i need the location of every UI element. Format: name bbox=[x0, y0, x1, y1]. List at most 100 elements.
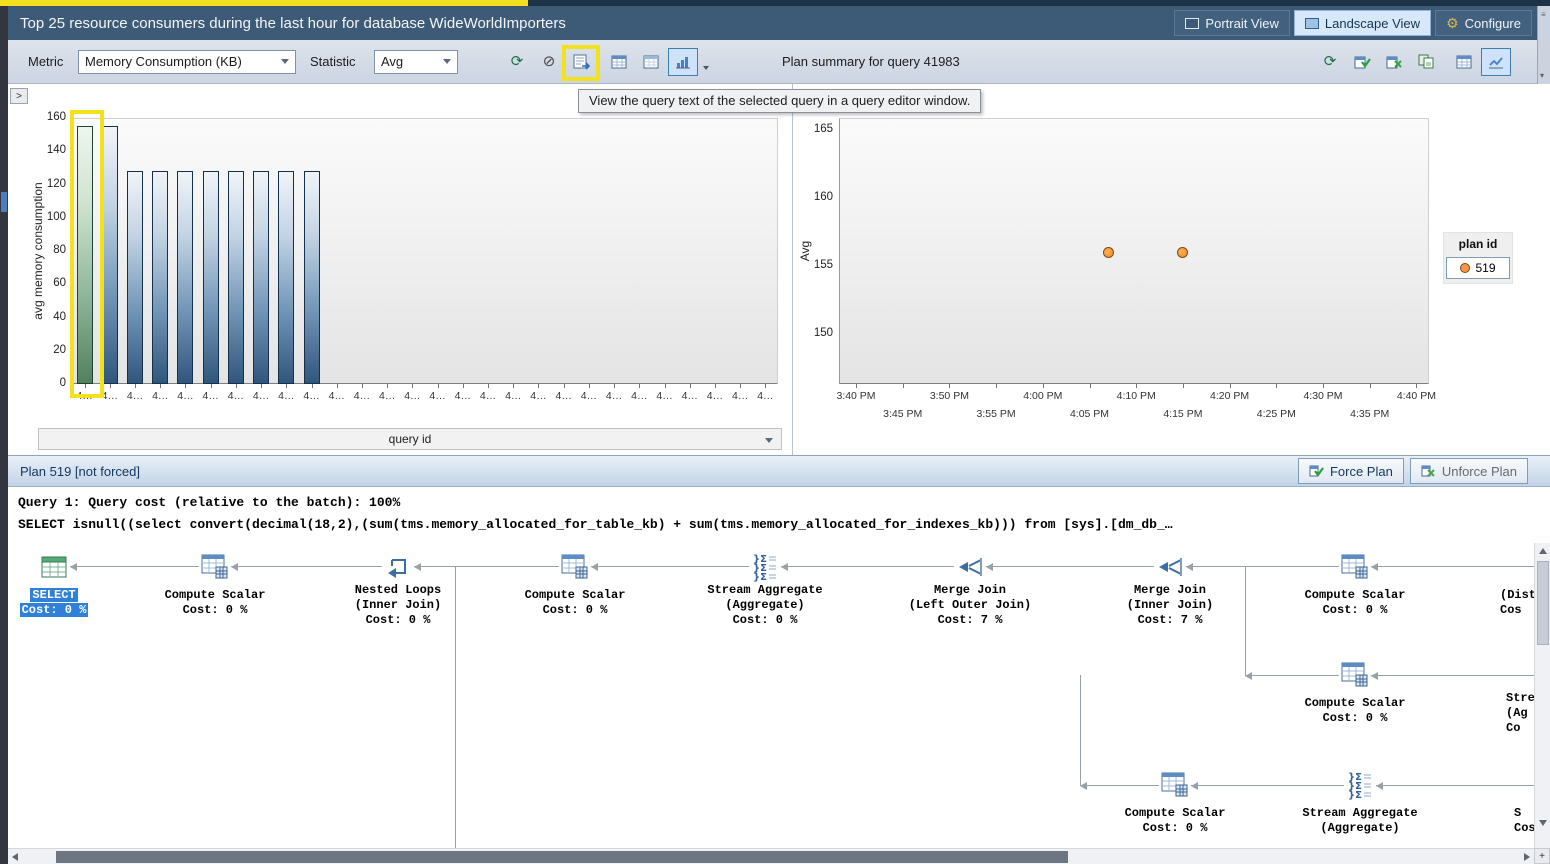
bar-query[interactable] bbox=[253, 171, 269, 384]
bar-query[interactable] bbox=[127, 171, 143, 384]
y-tick-label: 155 bbox=[793, 259, 833, 271]
plan-node-label: Stream(AgCo bbox=[1504, 691, 1534, 736]
plan-node-label: Stream Aggregate(Aggregate) bbox=[1290, 806, 1430, 836]
plan-node-line: Stream Aggregate bbox=[1290, 806, 1430, 821]
nested-loops-icon bbox=[383, 552, 413, 582]
plan-connector-arrow bbox=[1245, 672, 1252, 680]
force-plan-icon bbox=[1354, 54, 1371, 69]
x-tick-label: 4… bbox=[278, 390, 294, 402]
grid-view-button[interactable] bbox=[604, 48, 634, 76]
plan-node-line: Cost: 0 % bbox=[328, 613, 468, 628]
force-plan-toolbar-button[interactable] bbox=[1347, 48, 1377, 76]
portrait-view-label: Portrait View bbox=[1205, 16, 1278, 31]
plan-connector bbox=[1191, 785, 1344, 786]
x-tick-label: 4… bbox=[303, 390, 319, 402]
x-tick-mark bbox=[236, 384, 237, 388]
refresh-button[interactable]: ⟳ bbox=[502, 48, 532, 76]
x-tick-label: 4… bbox=[127, 390, 143, 402]
x-tick-mark bbox=[135, 384, 136, 388]
plan-connector-arrow bbox=[1080, 782, 1087, 790]
metric-dropdown[interactable]: Memory Consumption (KB) bbox=[78, 50, 296, 74]
bar-query[interactable] bbox=[203, 171, 219, 384]
x-tick-mark bbox=[740, 384, 741, 388]
zoom-plus-button[interactable]: + bbox=[1534, 848, 1550, 864]
bar-query[interactable] bbox=[102, 126, 118, 384]
plan-node-label: Compute ScalarCost: 0 % bbox=[1285, 696, 1425, 726]
force-plan-button[interactable]: Force Plan bbox=[1298, 458, 1404, 484]
plan-node-label: Merge Join(Left Outer Join)Cost: 7 % bbox=[900, 583, 1040, 628]
bar-query[interactable] bbox=[152, 171, 168, 384]
scroll-up-arrow[interactable] bbox=[1539, 548, 1547, 554]
landscape-view-button[interactable]: Landscape View bbox=[1294, 10, 1431, 36]
x-tick-mark bbox=[488, 384, 489, 388]
bar-query[interactable] bbox=[304, 171, 320, 384]
x-tick-mark bbox=[312, 384, 313, 388]
x-tick-label: 4… bbox=[429, 390, 445, 402]
legend-item-plan-519[interactable]: 519 bbox=[1446, 257, 1510, 279]
compare-plans-button[interactable] bbox=[1411, 48, 1441, 76]
plan-data-point[interactable] bbox=[1103, 247, 1114, 258]
y-tick-label: 120 bbox=[8, 178, 66, 190]
query-text-panel: Query 1: Query cost (relative to the bat… bbox=[8, 487, 1534, 543]
x-tick-mark bbox=[1043, 384, 1044, 388]
track-query-button[interactable]: ⊘ bbox=[534, 48, 564, 76]
configure-button[interactable]: ⚙ Configure bbox=[1435, 10, 1532, 36]
bar-query[interactable] bbox=[177, 171, 193, 384]
x-tick-label: 4… bbox=[379, 390, 395, 402]
scroll-right-arrow[interactable] bbox=[1524, 853, 1530, 861]
bar-selected-query[interactable] bbox=[77, 126, 93, 384]
plan-node-label: Compute ScalarCost: 0 % bbox=[1105, 806, 1245, 836]
x-axis-selector[interactable]: query id bbox=[38, 428, 782, 450]
plan-connector bbox=[70, 566, 199, 567]
x-tick-mark bbox=[1090, 384, 1091, 388]
y-tick-label: 160 bbox=[793, 191, 833, 203]
plan-grid-view-button[interactable] bbox=[1449, 48, 1479, 76]
plan-connector-arrow bbox=[70, 563, 77, 571]
bar-query[interactable] bbox=[228, 171, 244, 384]
scroll-left-arrow[interactable] bbox=[12, 853, 18, 861]
x-tick-label: 4… bbox=[177, 390, 193, 402]
plan-connector-arrow bbox=[591, 563, 598, 571]
plan-connector bbox=[1371, 675, 1534, 676]
unforce-plan-button[interactable]: Unforce Plan bbox=[1410, 458, 1528, 484]
portrait-view-button[interactable]: Portrait View bbox=[1174, 10, 1289, 36]
plan-summary-chart-pane: Avg plan id 519 1651601551503:40 PM3:45 … bbox=[792, 84, 1550, 455]
x-tick-mark bbox=[949, 384, 950, 388]
y-tick-label: 60 bbox=[8, 277, 66, 289]
unforce-plan-toolbar-button[interactable] bbox=[1379, 48, 1409, 76]
plan-connector-arrow bbox=[414, 563, 421, 571]
vertical-scrollbar[interactable] bbox=[1534, 543, 1550, 848]
plan-node-line: Cost: 0 % bbox=[1285, 603, 1425, 618]
x-tick-mark bbox=[185, 384, 186, 388]
x-tick-label: 4:40 PM bbox=[1397, 390, 1436, 402]
plan-node-line: Compute Scalar bbox=[1105, 806, 1245, 821]
plan-chart-view-button[interactable] bbox=[1481, 48, 1511, 76]
plan-node-label: SELECTCost: 0 % bbox=[8, 588, 124, 618]
plan-node-line: Cost: 0 % bbox=[695, 613, 835, 628]
vertical-scrollbar-thumb[interactable] bbox=[1537, 561, 1549, 645]
grid-view-alt-button[interactable] bbox=[636, 48, 666, 76]
compute-scalar-icon bbox=[200, 552, 230, 582]
toolstrip-overflow-handle[interactable] bbox=[1537, 6, 1550, 84]
execution-plan-canvas[interactable]: SELECTCost: 0 %Compute ScalarCost: 0 %Ne… bbox=[8, 543, 1534, 848]
horizontal-scrollbar-thumb[interactable] bbox=[56, 851, 1068, 863]
x-tick-label: 4:15 PM bbox=[1163, 408, 1202, 420]
plan-connector-arrow bbox=[1191, 782, 1198, 790]
x-tick-label: 4:35 PM bbox=[1350, 408, 1389, 420]
plan-connector-arrow bbox=[1186, 563, 1193, 571]
x-tick-mark bbox=[690, 384, 691, 388]
toolbar-overflow-chevron[interactable] bbox=[700, 48, 712, 76]
x-tick-label: 3:45 PM bbox=[883, 408, 922, 420]
merge-join-icon bbox=[1155, 552, 1185, 582]
statistic-dropdown[interactable]: Avg bbox=[374, 50, 458, 74]
bar-query[interactable] bbox=[278, 171, 294, 384]
view-query-text-button[interactable] bbox=[566, 48, 596, 76]
horizontal-scrollbar[interactable] bbox=[8, 848, 1534, 864]
chart-view-button[interactable] bbox=[668, 48, 698, 76]
collapse-chart-pane-button[interactable]: > bbox=[10, 88, 28, 104]
configure-label: Configure bbox=[1465, 16, 1521, 31]
refresh-plan-button[interactable]: ⟳ bbox=[1315, 48, 1345, 76]
scroll-down-arrow[interactable] bbox=[1539, 820, 1547, 826]
plan-node-label: (Dist:Cos bbox=[1498, 588, 1534, 618]
x-tick-mark bbox=[564, 384, 565, 388]
